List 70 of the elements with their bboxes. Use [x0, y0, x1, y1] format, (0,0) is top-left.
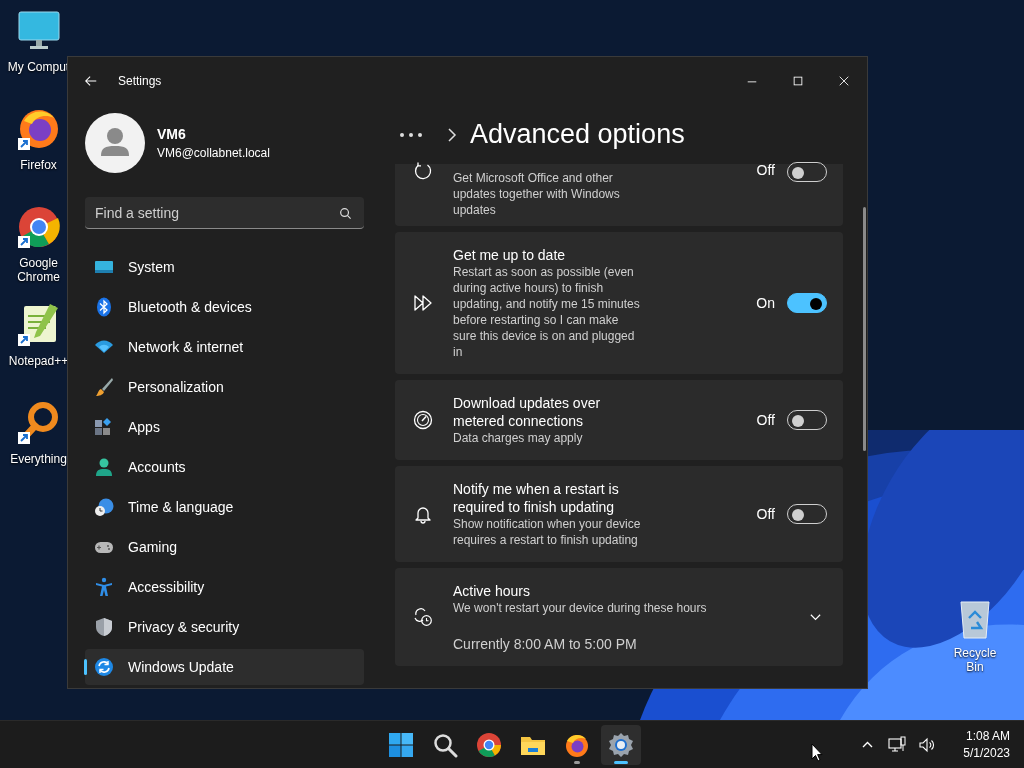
paintbrush-icon [94, 377, 114, 397]
sidebar-item[interactable]: Network & internet [85, 329, 364, 365]
sidebar-item[interactable]: Privacy & security [85, 609, 364, 645]
setting-description: Data charges may apply [453, 430, 584, 446]
globe-clock-icon [94, 497, 114, 517]
scrollbar-thumb[interactable] [863, 207, 866, 451]
shield-icon [94, 617, 114, 637]
sidebar-item[interactable]: Gaming [85, 529, 364, 565]
toggle-state-label: Off [756, 162, 775, 178]
user-email: VM6@collabnet.local [157, 146, 270, 160]
accessibility-person-icon [94, 577, 114, 597]
sync-arrows-icon [94, 657, 114, 677]
chevron-right-icon [447, 127, 457, 142]
sidebar-item[interactable]: Time & language [85, 489, 364, 525]
mouse-pointer-icon [811, 743, 823, 762]
chevron-up-icon [861, 741, 873, 748]
setting-title: Active hours [453, 582, 532, 600]
clock[interactable]: 1:08 AM 5/1/2023 [957, 727, 1016, 762]
clock-date: 5/1/2023 [963, 744, 1010, 762]
setting-description: Show notification when your device requires a restart to finish updating [453, 516, 642, 548]
sync-clock-icon [413, 607, 433, 627]
maximize-icon [792, 75, 804, 87]
sidebar-item[interactable]: Bluetooth & devices [85, 289, 364, 325]
refresh-icon [413, 161, 433, 181]
chrome-icon[interactable] [15, 204, 62, 250]
user-name: VM6 [157, 126, 187, 142]
search-field[interactable]: Find a setting [85, 197, 364, 229]
desktop-icon-label[interactable]: Notepad++ [8, 354, 69, 368]
person-icon [94, 457, 114, 477]
network-icon [888, 735, 907, 754]
gauge-icon [413, 410, 433, 430]
toggle-state-label: Off [756, 506, 775, 522]
fast-forward-icon [413, 293, 433, 313]
page-title: Advanced options [470, 119, 685, 150]
window-title: Settings [118, 74, 163, 88]
sidebar-item[interactable]: Apps [85, 409, 364, 445]
toggle-switch[interactable] [787, 293, 827, 313]
back-arrow-icon [84, 74, 98, 88]
search-icon [339, 207, 352, 220]
clock-time: 1:08 AM [965, 727, 1010, 745]
desktop-icon-label[interactable]: Everything [10, 452, 67, 466]
sidebar-item[interactable]: Accounts [85, 449, 364, 485]
chrome-icon [476, 732, 502, 758]
setting-title: Notify me when a restart is required to finish updating [453, 480, 620, 516]
toggle-state-label: Off [756, 412, 775, 428]
sidebar-item[interactable]: Windows Update [85, 649, 364, 685]
toggle-state-label: On [756, 295, 775, 311]
setting-description: Restart as soon as possible (even during active hours) to finish updating, and notify me 15 minutes before restarting so I can make sure this device is on and plugged in [453, 264, 641, 360]
gear-icon [608, 732, 634, 758]
more-icon[interactable] [399, 131, 423, 138]
apps-grid-icon [94, 417, 114, 437]
close-icon [838, 75, 850, 87]
sidebar-item[interactable]: Personalization [85, 369, 364, 405]
bluetooth-icon [94, 297, 114, 317]
setting-title: Download updates over metered connections [453, 394, 602, 430]
setting-description: We won't restart your device during these hours [453, 600, 708, 616]
fox-globe-icon [564, 732, 590, 758]
search-icon [432, 732, 458, 758]
sidebar-item[interactable]: Accessibility [85, 569, 364, 605]
taskbar-app[interactable] [601, 725, 641, 765]
setting-title: Get me up to date [453, 246, 567, 264]
avatar [85, 113, 145, 173]
sidebar-item[interactable]: System [85, 249, 364, 285]
desktop-icon-label[interactable]: Google Chrome [7, 256, 70, 284]
bell-icon [413, 504, 433, 524]
setting-description: Get Microsoft Office and other updates together with Windows updates [453, 170, 621, 218]
speaker-icon [918, 735, 937, 754]
windows-logo-icon [388, 732, 414, 758]
setting-value: Currently 8:00 AM to 5:00 PM [453, 636, 638, 652]
desktop-icon-label[interactable]: Firefox [20, 158, 57, 172]
